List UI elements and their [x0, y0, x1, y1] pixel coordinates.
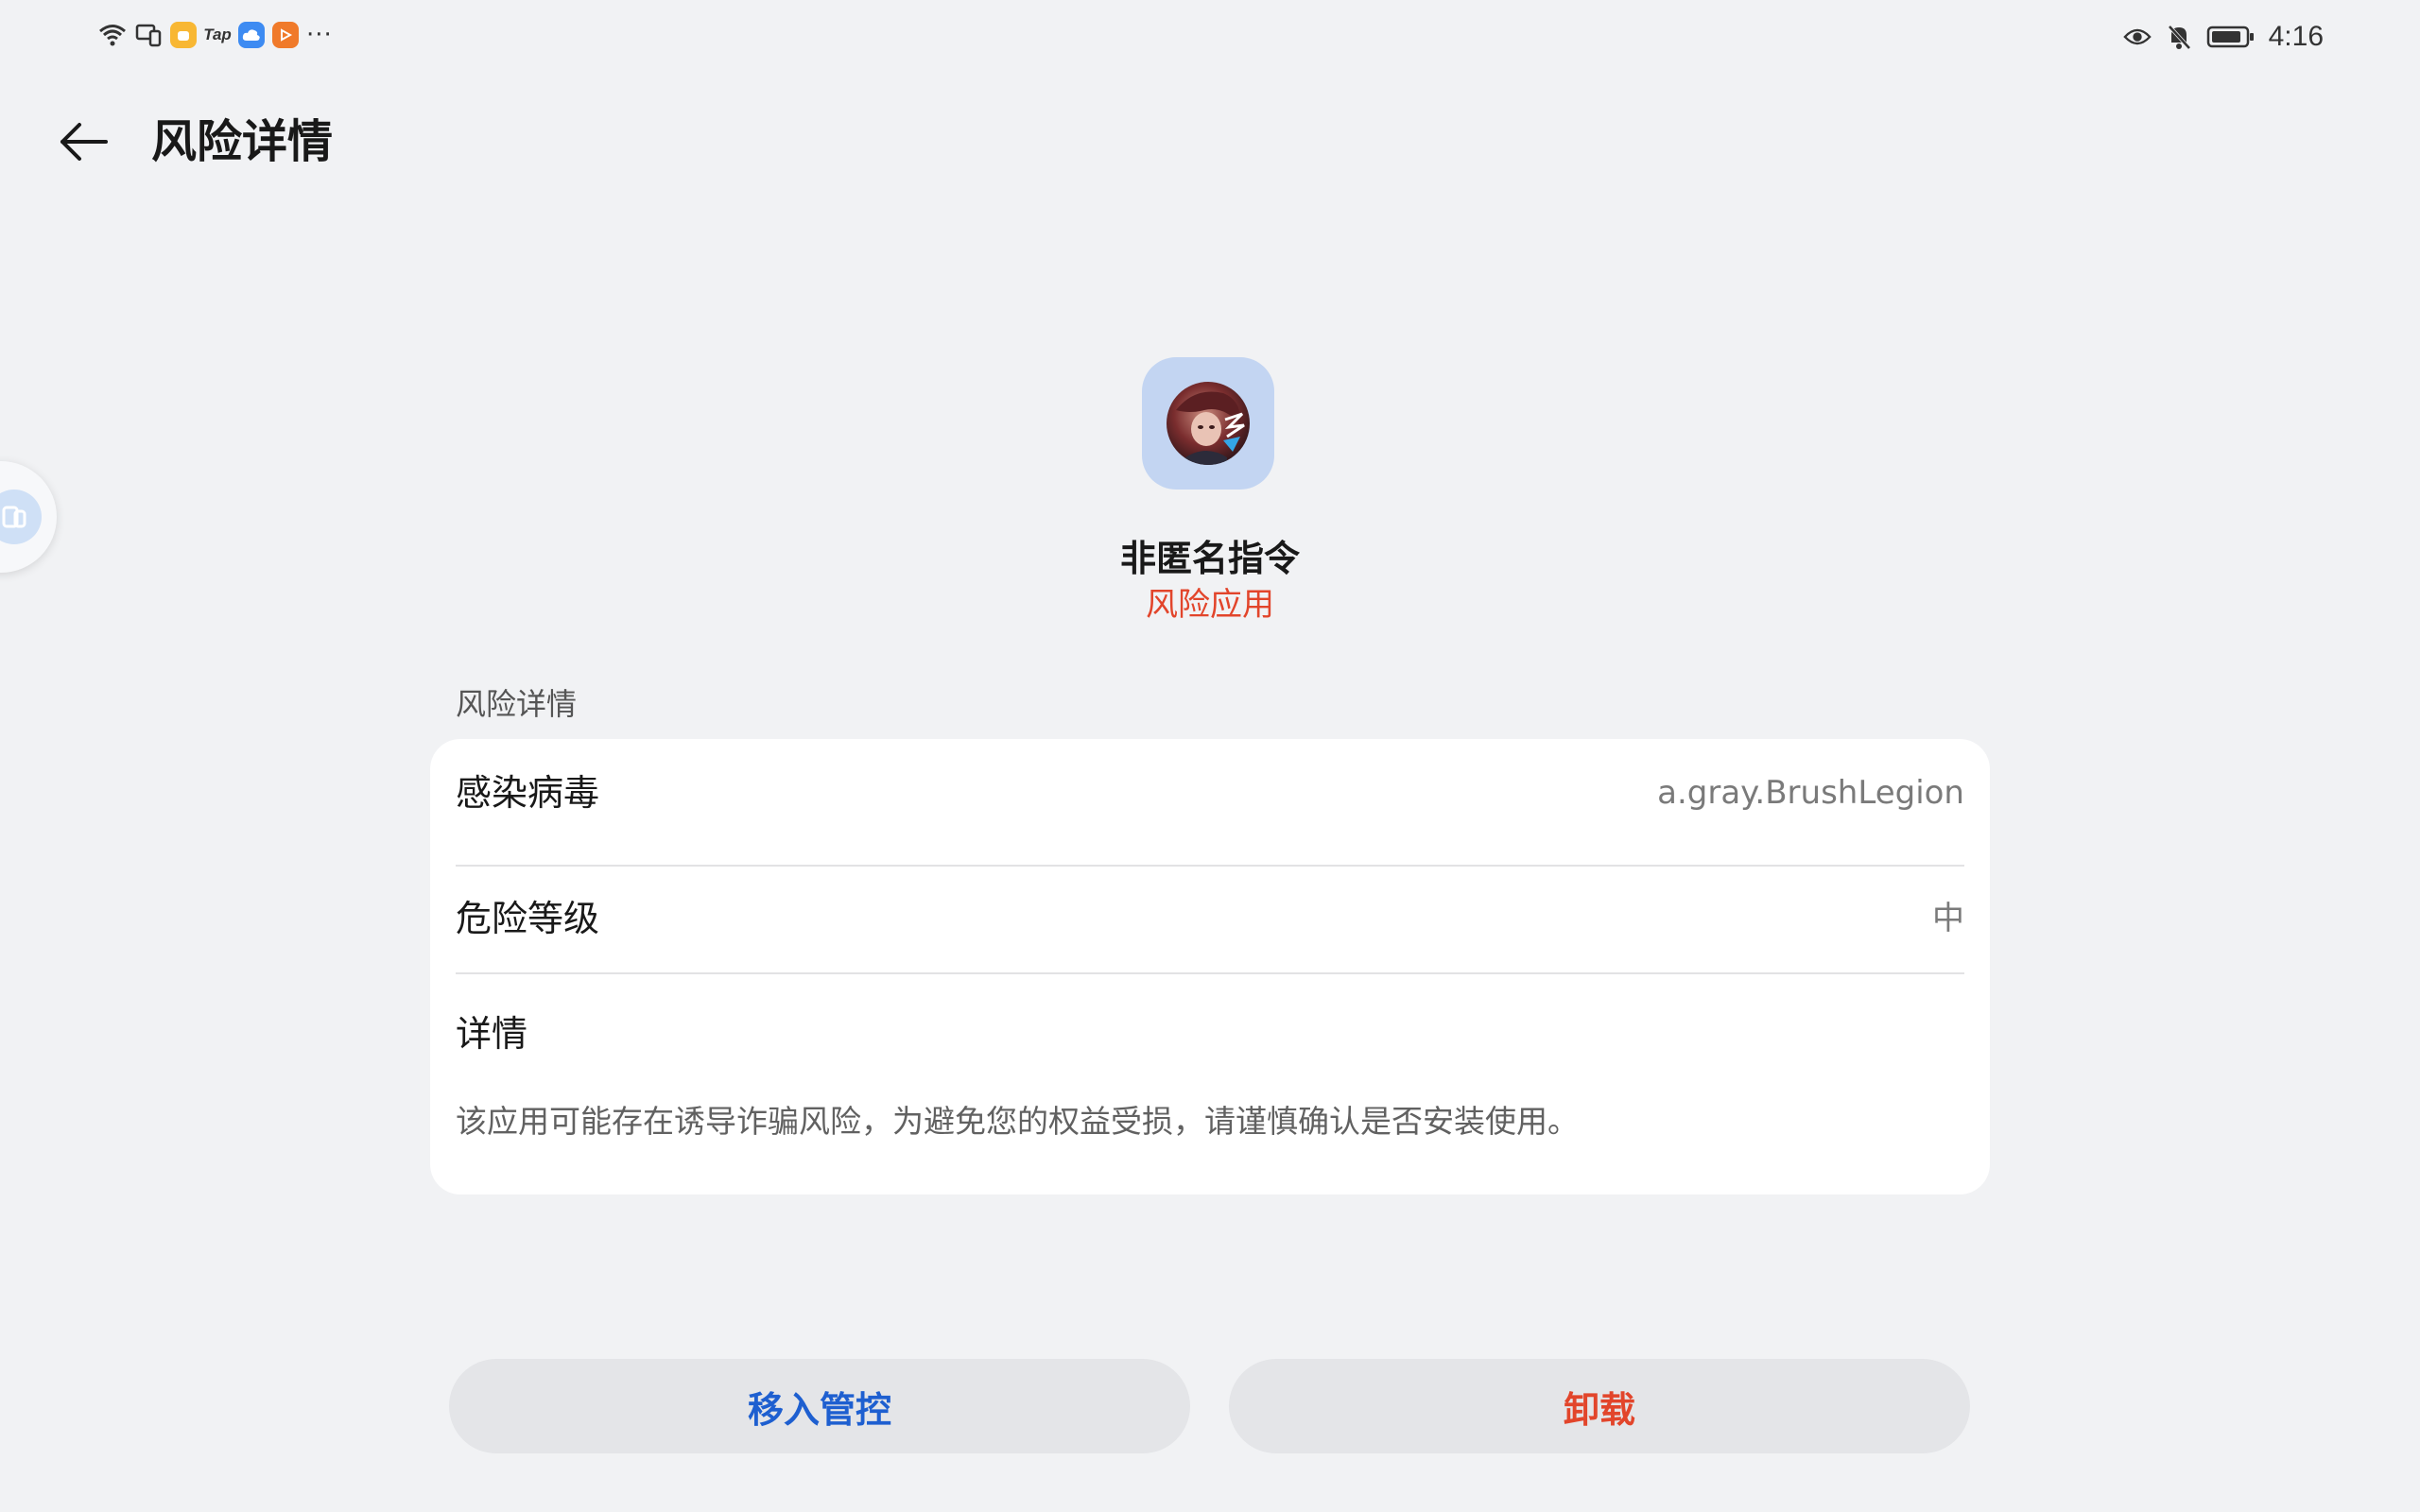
back-button[interactable] — [53, 115, 113, 168]
move-to-control-button[interactable]: 移入管控 — [449, 1359, 1190, 1453]
more-notifications-icon: ··· — [306, 21, 333, 49]
row-value: a.gray.BrushLegion — [1657, 774, 1964, 812]
wifi-icon — [98, 21, 127, 49]
infected-virus-row: 感染病毒 a.gray.BrushLegion — [456, 739, 1964, 847]
cloud-app-icon — [238, 22, 265, 48]
row-key: 感染病毒 — [456, 772, 600, 814]
status-bar: Tap ··· 4:16 — [0, 0, 2420, 76]
app-name: 非匿名指令 — [1119, 538, 1300, 579]
uninstall-button[interactable]: 卸载 — [1229, 1359, 1970, 1453]
back-arrow-icon — [60, 123, 108, 161]
detail-description: 该应用可能存在诱导诈骗风险，为避免您的权益受损，请谨慎确认是否安装使用。 — [456, 1103, 1579, 1140]
mute-bell-icon — [2165, 23, 2193, 51]
app-avatar-image — [1167, 382, 1250, 465]
eye-comfort-icon — [2122, 23, 2152, 51]
clock: 4:16 — [2268, 21, 2324, 52]
multi-device-icon — [134, 21, 163, 49]
row-key: 危险等级 — [456, 898, 600, 939]
yellow-app-icon — [170, 22, 197, 48]
video-app-icon — [272, 22, 299, 48]
risk-level-row: 危险等级 中 — [456, 865, 1964, 972]
app-risk-status: 风险应用 — [1146, 586, 1274, 624]
status-bar-right: 4:16 — [2122, 21, 2324, 53]
app-icon — [1142, 357, 1274, 490]
section-label: 风险详情 — [456, 686, 578, 722]
battery-icon — [2206, 23, 2256, 51]
top-bar: 风险详情 — [0, 104, 2420, 180]
status-bar-left: Tap ··· — [98, 21, 333, 49]
tap-app-icon: Tap — [203, 26, 232, 43]
detail-label: 详情 — [456, 1013, 528, 1055]
divider — [456, 972, 1964, 974]
risk-details-card: 感染病毒 a.gray.BrushLegion 危险等级 中 详情 该应用可能存… — [430, 739, 1990, 1194]
row-value: 中 — [1932, 900, 1964, 937]
page-title: 风险详情 — [151, 115, 334, 168]
